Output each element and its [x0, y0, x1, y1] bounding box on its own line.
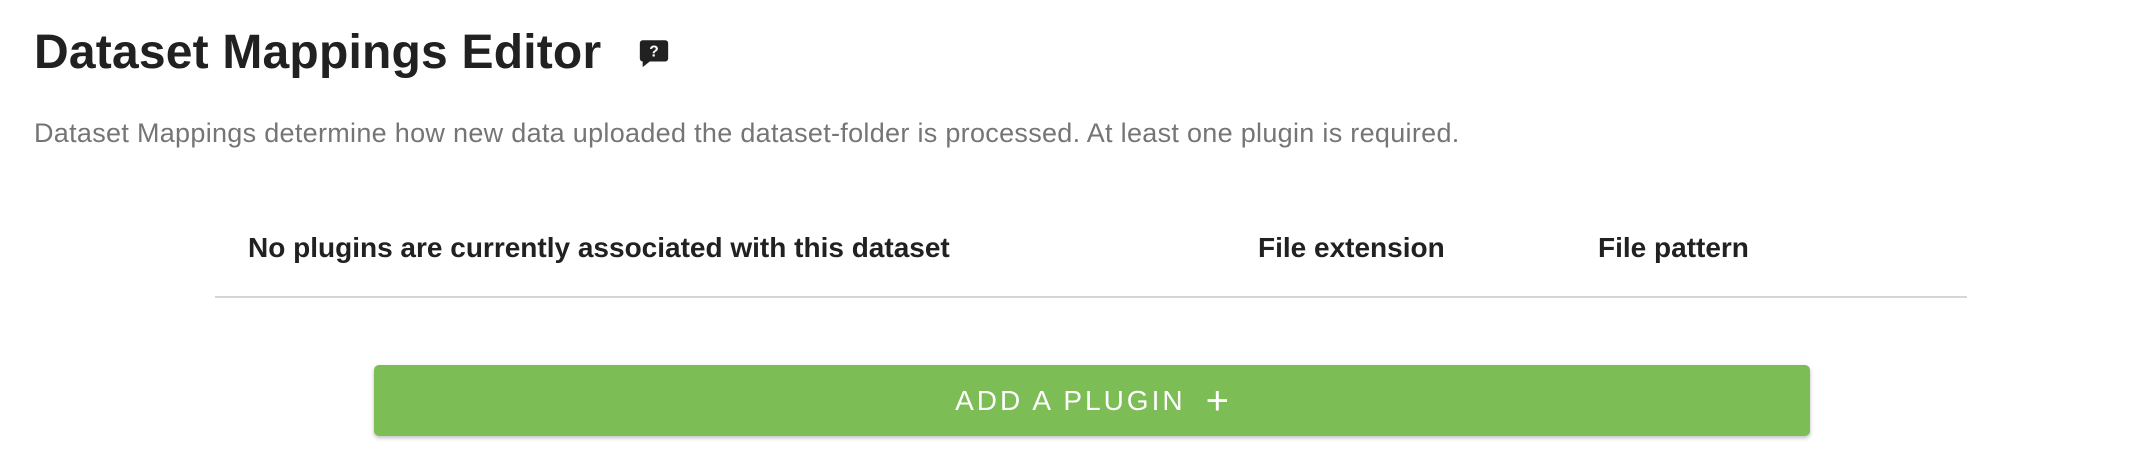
- column-header-plugins: No plugins are currently associated with…: [248, 232, 950, 263]
- page-title: Dataset Mappings Editor: [34, 26, 602, 79]
- add-plugin-label: ADD A PLUGIN: [955, 384, 1186, 416]
- page-description: Dataset Mappings determine how new data …: [34, 118, 1460, 148]
- table-header-row: No plugins are currently associated with…: [215, 200, 1967, 298]
- dataset-mappings-page: Dataset Mappings Editor ? Dataset Mappin…: [0, 0, 2146, 452]
- svg-text:?: ?: [650, 44, 660, 61]
- add-plugin-button[interactable]: ADD A PLUGIN +: [374, 365, 1810, 436]
- column-header-file-extension: File extension: [1258, 232, 1445, 263]
- help-comment-icon[interactable]: ?: [637, 36, 671, 70]
- plugin-mappings-table: No plugins are currently associated with…: [215, 200, 1967, 298]
- plus-icon: +: [1205, 378, 1229, 423]
- column-header-file-pattern: File pattern: [1598, 232, 1749, 263]
- page-header: Dataset Mappings Editor ?: [34, 24, 671, 82]
